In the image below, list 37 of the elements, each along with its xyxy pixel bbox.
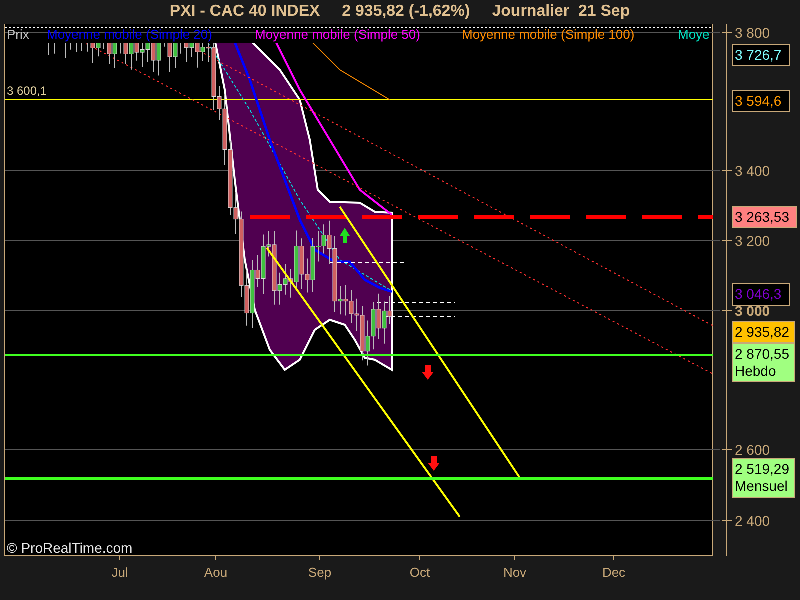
down-arrow-icon <box>422 365 434 380</box>
axis-label: Jul <box>112 565 128 580</box>
candlestick <box>180 43 182 54</box>
legend-label: Prix <box>7 27 30 42</box>
axis-label: Dec <box>602 565 626 580</box>
legend-label: Moyenne mobile (Simple 20) <box>47 27 212 42</box>
legend-label: Moyenne mobile (Simple 50) <box>255 27 420 42</box>
chart-title: PXI - CAC 40 INDEX <box>170 3 320 21</box>
axis-label: 3 800 <box>735 25 770 41</box>
price-tag: 3 594,6 <box>732 90 790 112</box>
legend-label: Moye <box>678 27 710 42</box>
candlestick <box>48 43 50 56</box>
candlestick <box>54 43 55 54</box>
axis-label: 3 400 <box>735 163 770 179</box>
candlestick <box>65 43 66 58</box>
axis-label: 2 600 <box>735 442 770 458</box>
up-arrow-icon <box>340 228 350 243</box>
axis-label: Sep <box>308 565 332 580</box>
axis-label: 3 200 <box>735 233 770 249</box>
down-arrow-icon <box>428 456 440 471</box>
candlestick <box>120 43 121 54</box>
period-label: Journalier 21 Sep <box>492 3 630 21</box>
candlestick <box>164 43 165 48</box>
price-tag: 2 519,29 Mensuel <box>732 458 796 498</box>
price-tag: 3 263,53 <box>732 206 798 228</box>
price-tag: 2 935,82 <box>732 322 796 344</box>
price-tag: 3 046,3 <box>732 284 790 306</box>
axis-label: Oct <box>410 565 430 580</box>
axis-label: Aou <box>204 565 228 580</box>
axis-label: Nov <box>503 565 527 580</box>
price-tag: 3 726,7 <box>732 44 790 66</box>
legend-label: Moyenne mobile (Simple 100) <box>462 27 635 42</box>
copyright-label: © ProRealTime.com <box>7 540 133 556</box>
level-label: 3 600,1 <box>7 84 48 98</box>
price-quote: 2 935,82 (-1,62%) <box>342 3 470 21</box>
axis-label: 2 400 <box>735 513 770 529</box>
price-tag: 2 870,55 Hebdo <box>732 344 796 382</box>
